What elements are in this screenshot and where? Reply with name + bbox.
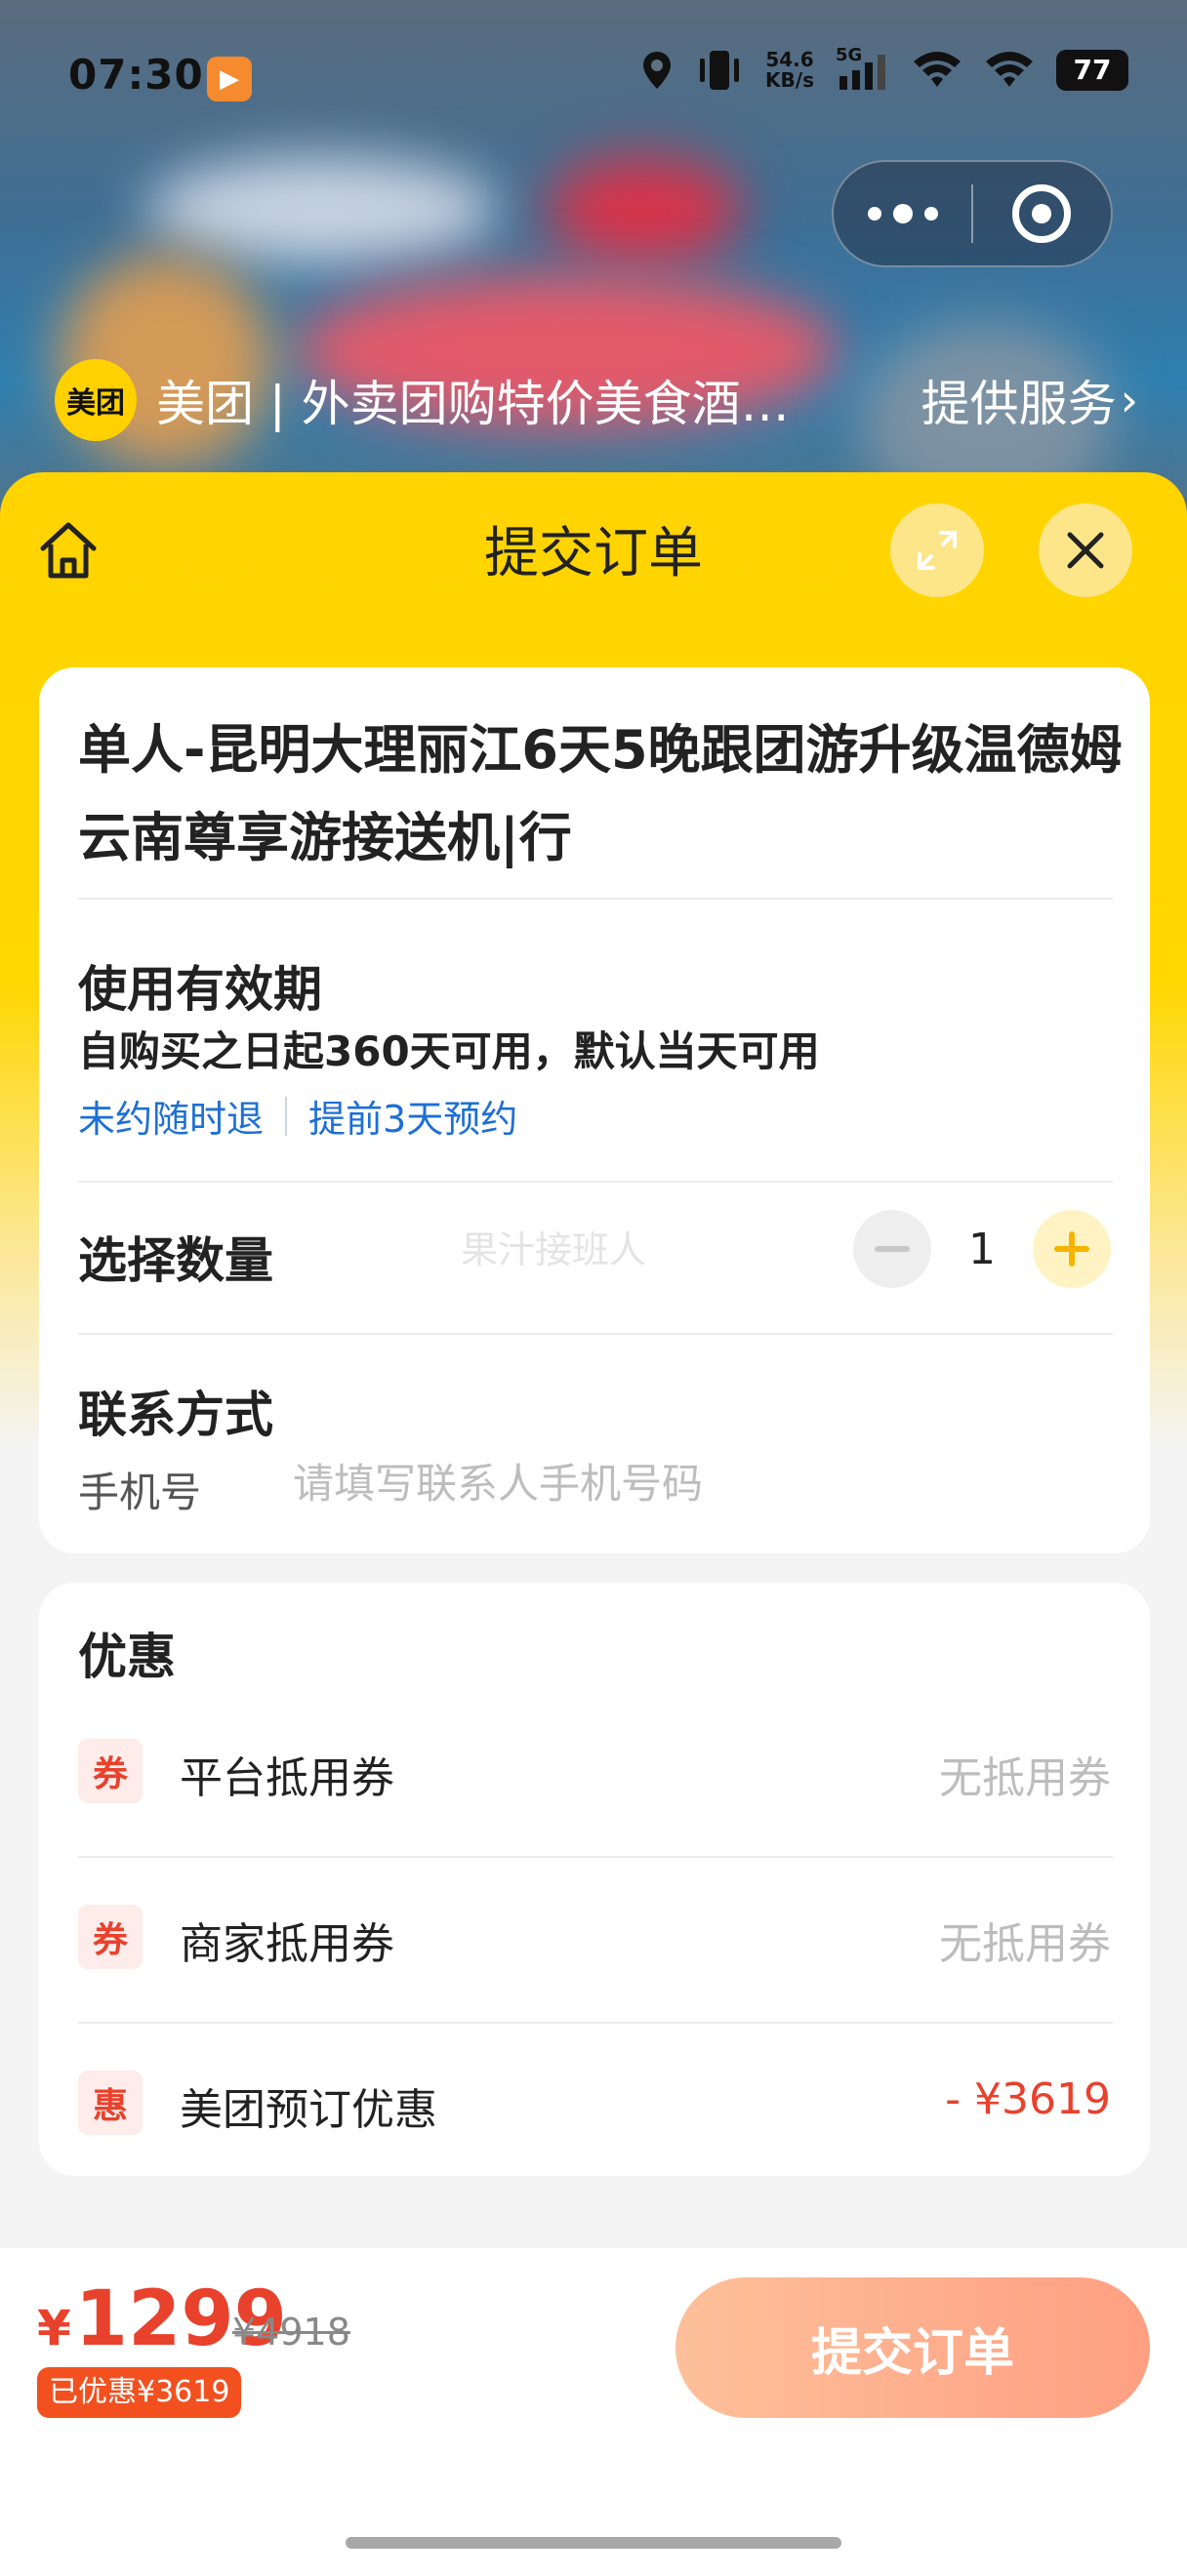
network-speed: 54.6 KB/s xyxy=(765,50,814,91)
refund-tag: 未约随时退 xyxy=(78,1098,265,1141)
more-dot-icon xyxy=(892,204,913,223)
more-options-button[interactable] xyxy=(834,162,971,265)
more-dot-icon xyxy=(867,207,881,221)
quantity-label: 选择数量 xyxy=(78,1232,273,1289)
network-speed-value: 54.6 xyxy=(765,48,814,71)
discount-title: 优惠 xyxy=(78,1629,176,1685)
home-indicator[interactable] xyxy=(346,2537,841,2549)
validity-label: 使用有效期 xyxy=(78,961,322,1018)
increase-quantity-button[interactable] xyxy=(1033,1210,1111,1288)
meituan-logo: 美团 xyxy=(55,359,137,441)
discount-row-label: 商家抵用券 xyxy=(180,1919,394,1969)
provide-service-link[interactable]: 提供服务 › xyxy=(921,365,1138,435)
divider xyxy=(78,898,1113,900)
tag-separator xyxy=(285,1096,288,1136)
status-indicators: 54.6 KB/s 5G 77 xyxy=(640,45,1128,92)
status-time: 07:30 xyxy=(68,51,204,99)
sheet-header: 提交订单 xyxy=(0,472,1187,619)
reservation-tag: 提前3天预约 xyxy=(308,1098,518,1141)
validity-text: 自购买之日起360天可用，默认当天可用 xyxy=(78,1027,820,1075)
miniprogram-capsule xyxy=(832,160,1113,267)
more-dot-icon xyxy=(923,207,938,221)
vibrate-icon xyxy=(700,51,740,90)
target-circle-icon xyxy=(1012,184,1072,243)
discount-row-label: 平台抵用券 xyxy=(180,1753,394,1803)
exit-miniprogram-button[interactable] xyxy=(973,162,1111,265)
contact-label: 联系方式 xyxy=(78,1387,273,1443)
divider xyxy=(78,1181,1113,1183)
merchant-coupon-row[interactable]: 券 商家抵用券 无抵用券 xyxy=(39,1858,1150,2024)
expand-button[interactable] xyxy=(890,503,984,597)
phone-number-input[interactable] xyxy=(293,1448,1035,1518)
coupon-badge: 券 xyxy=(78,1739,143,1803)
discount-row-value: 无抵用券 xyxy=(939,1919,1111,1969)
close-icon xyxy=(1067,532,1104,569)
battery-indicator: 77 xyxy=(1056,50,1128,91)
quantity-value: 1 xyxy=(968,1224,996,1274)
submit-order-button[interactable]: 提交订单 xyxy=(675,2277,1150,2418)
product-title: 单人-昆明大理丽江6天5晚跟团游升级温德姆云南尊享游接送机|行 xyxy=(78,719,1123,868)
chevron-right-icon: › xyxy=(1120,374,1138,426)
currency-symbol: ¥ xyxy=(37,2300,71,2356)
savings-badge: 已优惠¥3619 xyxy=(37,2367,242,2418)
provide-service-label: 提供服务 xyxy=(921,376,1117,432)
platform-coupon-row[interactable]: 券 平台抵用券 无抵用券 xyxy=(39,1692,1150,1858)
decrease-quantity-button[interactable] xyxy=(853,1210,931,1288)
discount-badge: 惠 xyxy=(78,2071,143,2135)
order-details-card: 单人-昆明大理丽江6天5晚跟团游升级温德姆云南尊享游接送机|行 使用有效期 自购… xyxy=(39,667,1150,1553)
page-title: 提交订单 xyxy=(484,522,703,585)
expand-icon xyxy=(918,531,957,570)
phone-label: 手机号 xyxy=(78,1469,202,1516)
service-provider-bar[interactable]: 美团 美团 | 外卖团购特价美食酒… 提供服务 › xyxy=(55,359,1138,441)
location-icon xyxy=(643,52,672,89)
discount-amount: - ¥3619 xyxy=(945,2074,1111,2124)
meituan-discount-row[interactable]: 惠 美团预订优惠 - ¥3619 xyxy=(39,2024,1150,2190)
booking-tags: 未约随时退 提前3天预约 xyxy=(78,1089,517,1143)
status-bar: 07:30 ▶ 54.6 KB/s 5G 77 xyxy=(0,39,1187,117)
discount-card: 优惠 券 平台抵用券 无抵用券 券 商家抵用券 无抵用券 惠 美团预订优惠 - … xyxy=(39,1583,1150,2176)
minus-icon xyxy=(875,1246,910,1252)
video-app-notification-icon: ▶ xyxy=(207,57,252,101)
close-button[interactable] xyxy=(1039,503,1132,597)
quantity-stepper: 1 xyxy=(853,1210,1111,1288)
network-speed-unit: KB/s xyxy=(765,68,814,92)
checkout-footer: ¥ 1299 ¥4918 已优惠¥3619 提交订单 xyxy=(0,2248,1187,2576)
discount-row-label: 美团预订优惠 xyxy=(180,2085,437,2135)
cellular-signal-icon: 5G xyxy=(836,45,890,92)
wifi-icon xyxy=(914,52,961,87)
coupon-badge: 券 xyxy=(78,1905,143,1969)
discount-row-value: 无抵用券 xyxy=(939,1753,1111,1803)
provider-name: 美团 | 外卖团购特价美食酒… xyxy=(156,376,790,432)
original-price: ¥4918 xyxy=(232,2311,350,2354)
wifi-2-icon xyxy=(986,52,1033,87)
divider xyxy=(78,1333,1113,1335)
watermark-text: 果汁接班人 xyxy=(461,1228,647,1271)
